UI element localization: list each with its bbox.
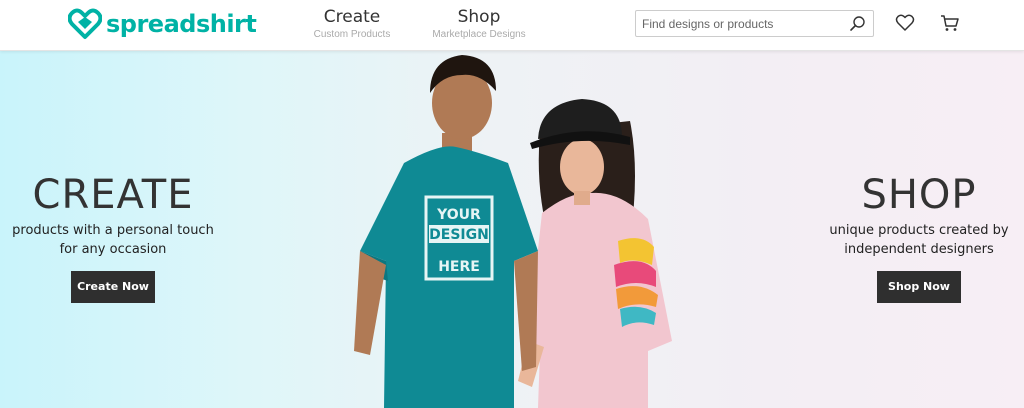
logo-text: spreadshirt	[106, 10, 257, 38]
woman-figure	[518, 99, 672, 408]
create-subtitle-line2: for any occasion	[59, 242, 167, 257]
print-line-1: YOUR	[436, 207, 481, 223]
man-figure: YOUR DESIGN HERE	[354, 55, 538, 408]
nav-shop-title: Shop	[457, 7, 501, 27]
nav-create-subtitle: Custom Products	[313, 29, 391, 40]
heart-icon[interactable]	[895, 13, 915, 33]
cart-icon[interactable]	[940, 13, 960, 33]
print-line-2: DESIGN	[429, 227, 489, 243]
heart-logo-icon	[68, 8, 102, 39]
search-input[interactable]	[636, 11, 841, 36]
nav-shop[interactable]: Shop Marketplace Designs	[430, 7, 528, 40]
shop-subtitle-line2: independent designers	[844, 242, 994, 257]
nav-create-title: Create	[323, 7, 381, 27]
search-icon[interactable]	[848, 14, 868, 34]
shirt-back-print	[614, 238, 658, 327]
create-subtitle-line1: products with a personal touch	[12, 223, 214, 238]
models-photo: YOUR DESIGN HERE	[354, 55, 672, 408]
spreadshirt-logo[interactable]: spreadshirt	[68, 8, 257, 40]
shop-now-button[interactable]: Shop Now	[877, 271, 961, 303]
create-promo: CREATE products with a personal touch fo…	[0, 173, 226, 303]
nav-create[interactable]: Create Custom Products	[312, 7, 392, 40]
create-heading: CREATE	[32, 172, 194, 218]
shop-subtitle-line1: unique products created by	[829, 223, 1009, 238]
hero-banner: CREATE products with a personal touch fo…	[0, 51, 1024, 408]
create-now-button[interactable]: Create Now	[71, 271, 155, 303]
shop-heading: SHOP	[861, 172, 977, 218]
shop-promo: SHOP unique products created by independ…	[814, 173, 1024, 303]
site-header: spreadshirt Create Custom Products Shop …	[0, 0, 1024, 51]
nav-shop-subtitle: Marketplace Designs	[432, 29, 526, 40]
print-line-3: HERE	[438, 259, 480, 275]
search-box	[635, 10, 874, 37]
